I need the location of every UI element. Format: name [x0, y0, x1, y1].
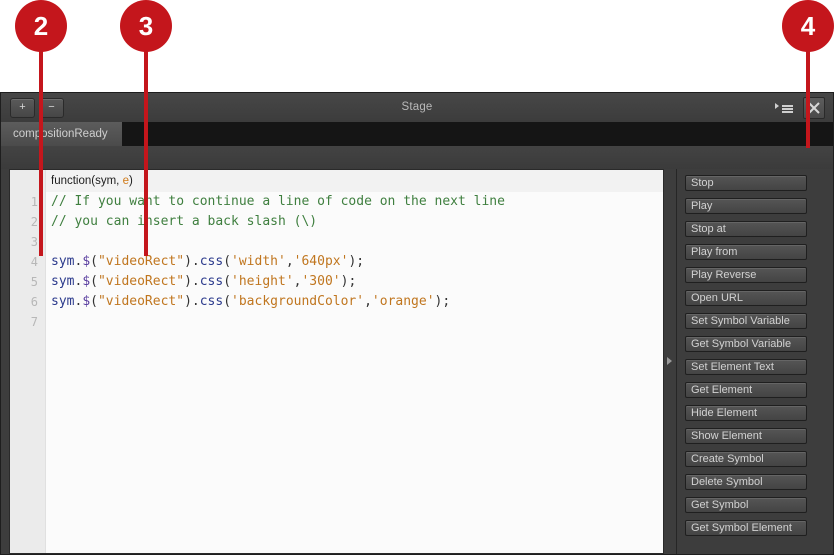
code-token: .: [191, 294, 200, 309]
code-token: 'backgroundColor': [231, 294, 365, 309]
code-token: .: [191, 254, 200, 269]
code-token: "videoRect": [97, 294, 185, 309]
code-area[interactable]: function(sym, e) // If you want to conti…: [46, 170, 663, 553]
code-line: sym.$("videoRect").css('backgroundColor'…: [46, 292, 663, 312]
action-button-show-element[interactable]: Show Element: [685, 428, 807, 444]
code-token: css: [199, 274, 224, 289]
action-button-set-symbol-variable[interactable]: Set Symbol Variable: [685, 313, 807, 329]
code-line: // If you want to continue a line of cod…: [46, 192, 663, 212]
code-token: (: [223, 274, 232, 289]
code-token: sym: [51, 254, 75, 269]
action-button-hide-element[interactable]: Hide Element: [685, 405, 807, 421]
action-button-get-symbol[interactable]: Get Symbol: [685, 497, 807, 513]
code-token: 'height': [231, 274, 294, 289]
code-token: (: [90, 294, 98, 309]
callout-leader-line: [144, 50, 148, 256]
code-token: ,: [285, 254, 294, 269]
action-button-play[interactable]: Play: [685, 198, 807, 214]
code-token: (: [90, 274, 98, 289]
code-token: ): [184, 254, 192, 269]
callout-badge-3: 3: [120, 0, 172, 52]
code-token: sym: [51, 294, 75, 309]
code-token: (: [90, 254, 98, 269]
screenshot-root: + − Stage compositionReady 1 2 3 4 5 6 7…: [0, 0, 834, 555]
line-number: 7: [30, 315, 38, 329]
code-token: ): [184, 294, 192, 309]
panel-menu-icon[interactable]: [775, 102, 793, 114]
panel-body: 1234567 function(sym, e) // If you want …: [1, 169, 833, 554]
function-signature-prefix: function(sym,: [51, 175, 123, 187]
code-token: css: [199, 254, 224, 269]
code-token: sym: [51, 274, 75, 289]
code-editor[interactable]: 1234567 function(sym, e) // If you want …: [9, 169, 664, 554]
actions-panel: Stop Play Stop at Play from Play Reverse Open…: [676, 169, 833, 554]
callout-badge-2: 2: [15, 0, 67, 52]
tab-compositionready[interactable]: compositionReady: [1, 122, 122, 146]
panel-splitter[interactable]: [664, 169, 676, 554]
code-token: "videoRect": [97, 254, 185, 269]
code-token: $: [82, 294, 91, 309]
collapse-arrow-icon[interactable]: [667, 357, 672, 365]
code-token: '640px': [293, 254, 349, 269]
code-line: sym.$("videoRect").css('width','640px');: [46, 252, 663, 272]
code-token: );: [340, 274, 357, 289]
line-number: 5: [30, 275, 38, 289]
action-button-stop-at[interactable]: Stop at: [685, 221, 807, 237]
callout-leader-line: [806, 50, 810, 148]
code-token: );: [434, 294, 451, 309]
code-line: // you can insert a back slash (\): [46, 212, 663, 232]
panel-title: Stage: [401, 101, 433, 113]
action-button-get-symbol-element[interactable]: Get Symbol Element: [685, 520, 807, 536]
code-token: $: [82, 274, 91, 289]
code-token: (: [223, 294, 232, 309]
action-button-open-url[interactable]: Open URL: [685, 290, 807, 306]
code-token: .: [191, 274, 200, 289]
action-button-stop[interactable]: Stop: [685, 175, 807, 191]
callout-badge-4: 4: [782, 0, 834, 52]
code-token: ,: [364, 294, 372, 309]
panel-titlebar: + − Stage: [1, 93, 833, 123]
code-token: "videoRect": [97, 274, 185, 289]
code-token: 'width': [231, 254, 286, 269]
action-button-create-symbol[interactable]: Create Symbol: [685, 451, 807, 467]
code-token: // you can insert a back slash (\): [51, 214, 318, 229]
action-button-get-symbol-variable[interactable]: Get Symbol Variable: [685, 336, 807, 352]
code-token: '300': [301, 274, 341, 289]
code-token: (: [223, 254, 232, 269]
callout-leader-line: [39, 50, 43, 256]
code-line: sym.$("videoRect").css('height','300');: [46, 272, 663, 292]
function-signature-suffix: ): [128, 175, 133, 187]
action-button-get-element[interactable]: Get Element: [685, 382, 807, 398]
action-button-set-element-text[interactable]: Set Element Text: [685, 359, 807, 375]
code-token: 'orange': [371, 294, 435, 309]
function-signature: function(sym, e): [46, 170, 663, 192]
code-token: ): [184, 274, 192, 289]
code-lines: // If you want to continue a line of cod…: [46, 192, 663, 332]
action-button-play-reverse[interactable]: Play Reverse: [685, 267, 807, 283]
toolbar-strip: [1, 146, 833, 169]
code-token: );: [348, 254, 365, 269]
code-token: $: [82, 254, 91, 269]
action-button-play-from[interactable]: Play from: [685, 244, 807, 260]
code-token: css: [199, 294, 224, 309]
action-button-delete-symbol[interactable]: Delete Symbol: [685, 474, 807, 490]
line-number: 6: [30, 295, 38, 309]
code-token: // If you want to continue a line of cod…: [51, 194, 505, 209]
tab-strip: compositionReady: [1, 122, 833, 146]
code-panel: + − Stage compositionReady 1 2 3 4 5 6 7…: [0, 92, 834, 555]
